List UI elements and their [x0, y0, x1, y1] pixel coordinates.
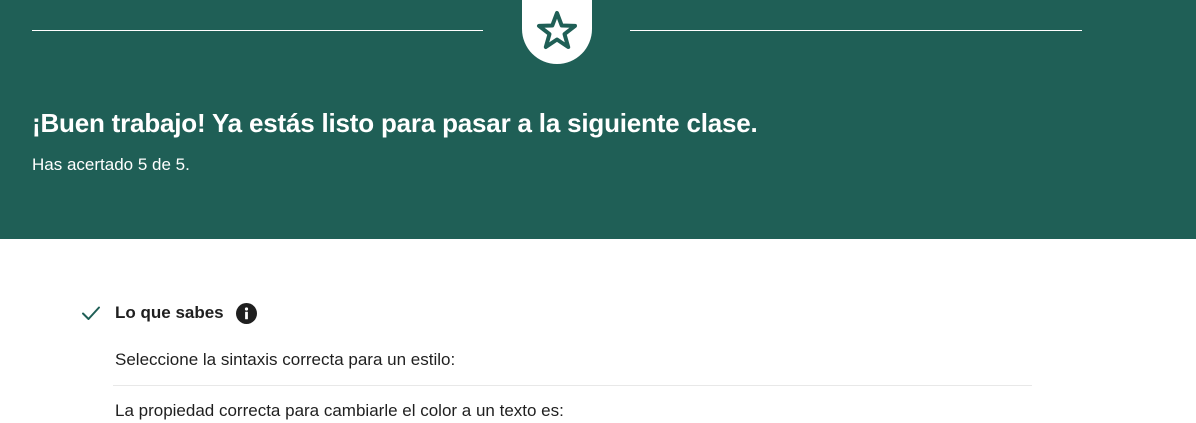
score-text: Has acertado 5 de 5. [32, 155, 190, 174]
result-headline: ¡Buen trabajo! Ya estás listo para pasar… [32, 108, 758, 138]
question-item[interactable]: Seleccione la sintaxis correcta para un … [115, 350, 455, 370]
achievement-badge [522, 0, 592, 64]
banner-divider-right [630, 30, 1082, 31]
check-icon [82, 306, 100, 320]
star-icon [537, 11, 577, 49]
info-icon[interactable] [235, 302, 257, 324]
result-banner: ¡Buen trabajo! Ya estás listo para pasar… [0, 0, 1196, 239]
banner-divider-left [32, 30, 483, 31]
question-item[interactable]: La propiedad correcta para cambiarle el … [115, 401, 564, 421]
section-title: Lo que sabes [115, 303, 224, 322]
question-divider [113, 385, 1032, 386]
summary-section: Lo que sabes Seleccione la sintaxis corr… [0, 239, 1196, 423]
section-header: Lo que sabes [80, 301, 257, 325]
